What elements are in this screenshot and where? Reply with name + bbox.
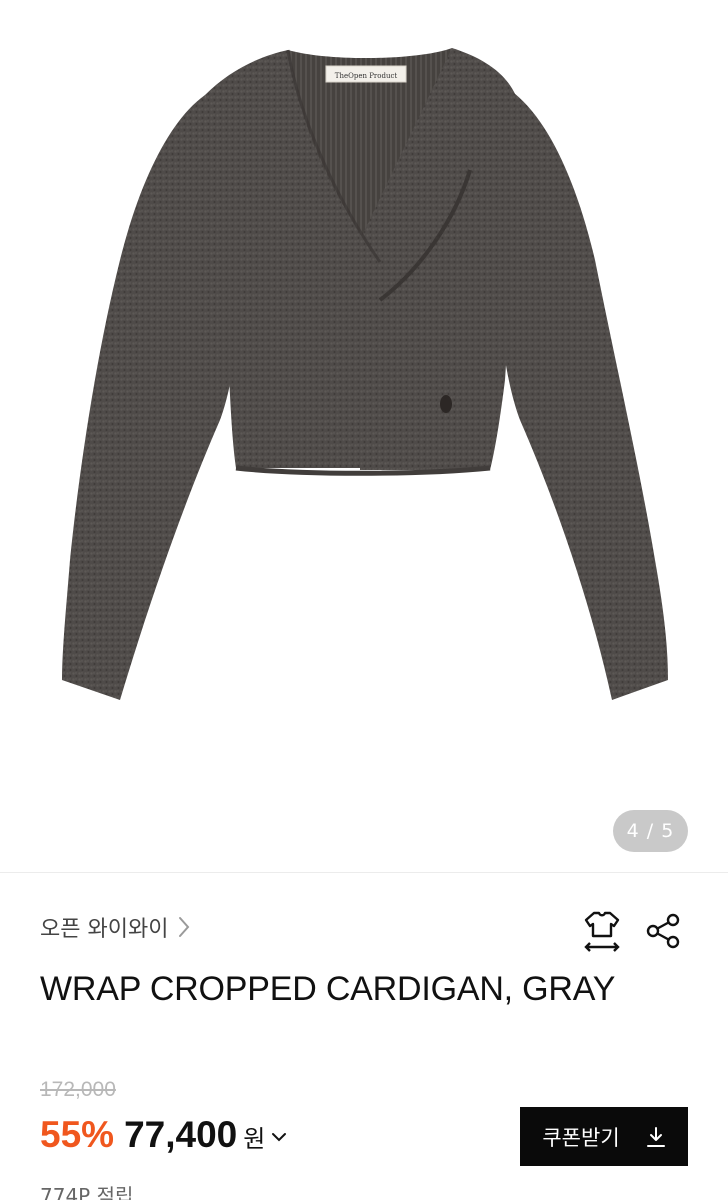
image-counter: 4 / 5 <box>613 810 688 852</box>
product-title: WRAP CROPPED CARDIGAN, GRAY <box>40 970 616 1008</box>
chevron-right-icon <box>179 917 190 937</box>
share-icon <box>646 913 680 949</box>
product-image-gallery[interactable]: TheOpen Product 4 / 5 <box>0 0 728 872</box>
price-row[interactable]: 55% 77,400 원 <box>40 1114 287 1160</box>
size-guide-icon <box>584 911 620 952</box>
size-guide-button[interactable] <box>580 908 624 954</box>
brand-link[interactable]: 오픈 와이와이 <box>40 910 192 944</box>
brand-label-text: TheOpen Product <box>335 72 398 80</box>
brand-name: 오픈 와이와이 <box>40 917 169 942</box>
currency-unit: 원 <box>243 1125 266 1153</box>
discount-rate: 55% <box>40 1114 115 1155</box>
download-icon <box>646 1126 665 1147</box>
product-image: TheOpen Product <box>62 48 668 700</box>
sale-price: 77,400 <box>124 1114 238 1155</box>
coupon-button-label: 쿠폰받기 <box>542 1125 620 1150</box>
reward-points: 774P 적립 <box>40 1184 134 1200</box>
coupon-download-button[interactable]: 쿠폰받기 <box>520 1107 688 1166</box>
chevron-down-icon[interactable] <box>271 1131 287 1143</box>
share-button[interactable] <box>641 908 685 954</box>
original-price: 172,000 <box>40 1078 116 1101</box>
divider <box>0 872 728 873</box>
